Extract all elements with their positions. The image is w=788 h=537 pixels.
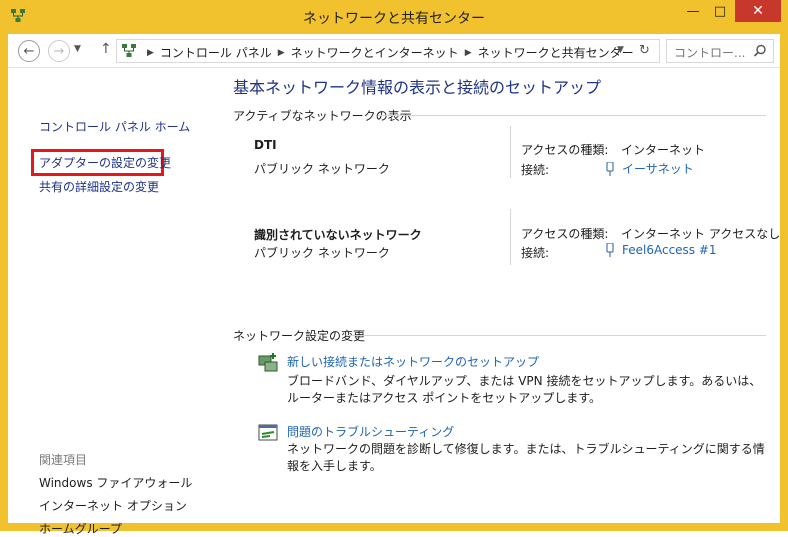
chevron-right-icon[interactable]: ▶: [465, 48, 472, 58]
network-type: パブリック ネットワーク: [254, 162, 390, 176]
window-frame: ネットワークと共有センター — □ ✕ ← → ▼ ↑ ▶ コントロール パネル…: [0, 0, 788, 536]
search-icon[interactable]: [753, 44, 767, 58]
breadcrumb: ▶ コントロール パネル ▶ ネットワークとインターネット ▶ ネットワークと共…: [141, 44, 634, 61]
connection-link[interactable]: Feel6Access #1: [606, 243, 717, 257]
up-arrow-icon[interactable]: ↑: [100, 41, 112, 57]
access-type-value: インターネット: [621, 143, 706, 157]
address-field[interactable]: ▶ コントロール パネル ▶ ネットワークとインターネット ▶ ネットワークと共…: [116, 39, 660, 63]
title-bar[interactable]: ネットワークと共有センター — □ ✕: [0, 0, 788, 34]
chevron-right-icon[interactable]: ▶: [147, 48, 154, 58]
new-connection-icon: [258, 353, 278, 372]
arrow-right-icon: →: [53, 43, 65, 59]
divider: [510, 126, 511, 178]
ethernet-icon: [606, 243, 614, 257]
connection-label: 接続:: [521, 246, 550, 260]
page-title: 基本ネットワーク情報の表示と接続のセットアップ: [233, 78, 602, 97]
window-title: ネットワークと共有センター: [303, 11, 485, 27]
close-button[interactable]: ✕: [735, 0, 781, 22]
troubleshoot-icon: [258, 424, 278, 441]
troubleshoot-link[interactable]: 問題のトラブルシューティング: [287, 423, 454, 440]
window-content: ← → ▼ ↑ ▶ コントロール パネル ▶ ネットワークとインターネット ▶ …: [8, 34, 780, 536]
main-panel: 基本ネットワーク情報の表示と接続のセットアップ アクティブなネットワークの表示 …: [208, 68, 780, 523]
minimize-button[interactable]: —: [679, 0, 707, 22]
section-heading-settings: ネットワーク設定の変更: [233, 329, 366, 343]
connection-link[interactable]: イーサネット: [606, 160, 694, 177]
connection-label: 接続:: [521, 163, 550, 177]
setup-connection-link[interactable]: 新しい接続またはネットワークのセットアップ: [287, 353, 539, 370]
access-type-label: アクセスの種類:: [521, 227, 609, 241]
sidebar-link-sharing-settings[interactable]: 共有の詳細設定の変更: [39, 178, 159, 195]
sidebar-link-homegroup[interactable]: ホームグループ: [39, 520, 122, 537]
network-icon: [122, 44, 136, 57]
network-name: DTI: [254, 138, 277, 152]
back-button[interactable]: ←: [18, 40, 40, 62]
breadcrumb-network-internet[interactable]: ネットワークとインターネット: [291, 44, 459, 61]
network-name: 識別されていないネットワーク: [254, 228, 422, 242]
arrow-left-icon: ←: [23, 43, 35, 59]
connection-name: Feel6Access #1: [622, 243, 717, 257]
address-bar: ← → ▼ ↑ ▶ コントロール パネル ▶ ネットワークとインターネット ▶ …: [8, 34, 780, 68]
history-dropdown-icon[interactable]: ▼: [74, 44, 81, 54]
divider: [348, 335, 766, 336]
divider: [510, 209, 511, 265]
sidebar-link-internet-options[interactable]: インターネット オプション: [39, 497, 187, 514]
troubleshoot-description: ネットワークの問題を診断して修復します。または、トラブルシューティングに関する情…: [287, 442, 765, 473]
search-placeholder: コントロー...: [674, 46, 746, 60]
breadcrumb-sharing-center[interactable]: ネットワークと共有センター: [478, 44, 634, 61]
maximize-button[interactable]: □: [707, 0, 733, 22]
sidebar: コントロール パネル ホーム アダプターの設定の変更 共有の詳細設定の変更 関連…: [8, 68, 208, 536]
search-input[interactable]: コントロー...: [666, 39, 774, 63]
sidebar-link-adapter-settings[interactable]: アダプターの設定の変更: [39, 154, 171, 171]
breadcrumb-control-panel[interactable]: コントロール パネル: [160, 44, 272, 61]
sidebar-link-home[interactable]: コントロール パネル ホーム: [39, 118, 190, 135]
divider: [378, 115, 766, 116]
sidebar-link-firewall[interactable]: Windows ファイアウォール: [39, 474, 192, 491]
setup-connection-description: ブロードバンド、ダイヤルアップ、または VPN 接続をセットアップします。あるい…: [287, 374, 762, 405]
refresh-icon[interactable]: ↻: [639, 43, 650, 58]
forward-button[interactable]: →: [48, 40, 70, 62]
related-heading: 関連項目: [39, 453, 88, 467]
access-type-value: インターネット アクセスなし: [621, 227, 781, 241]
chevron-down-icon[interactable]: ▼: [617, 45, 624, 55]
chevron-right-icon[interactable]: ▶: [278, 48, 285, 58]
access-type-label: アクセスの種類:: [521, 143, 609, 157]
ethernet-icon: [606, 161, 614, 176]
connection-name: イーサネット: [622, 162, 694, 176]
network-type: パブリック ネットワーク: [254, 246, 390, 260]
